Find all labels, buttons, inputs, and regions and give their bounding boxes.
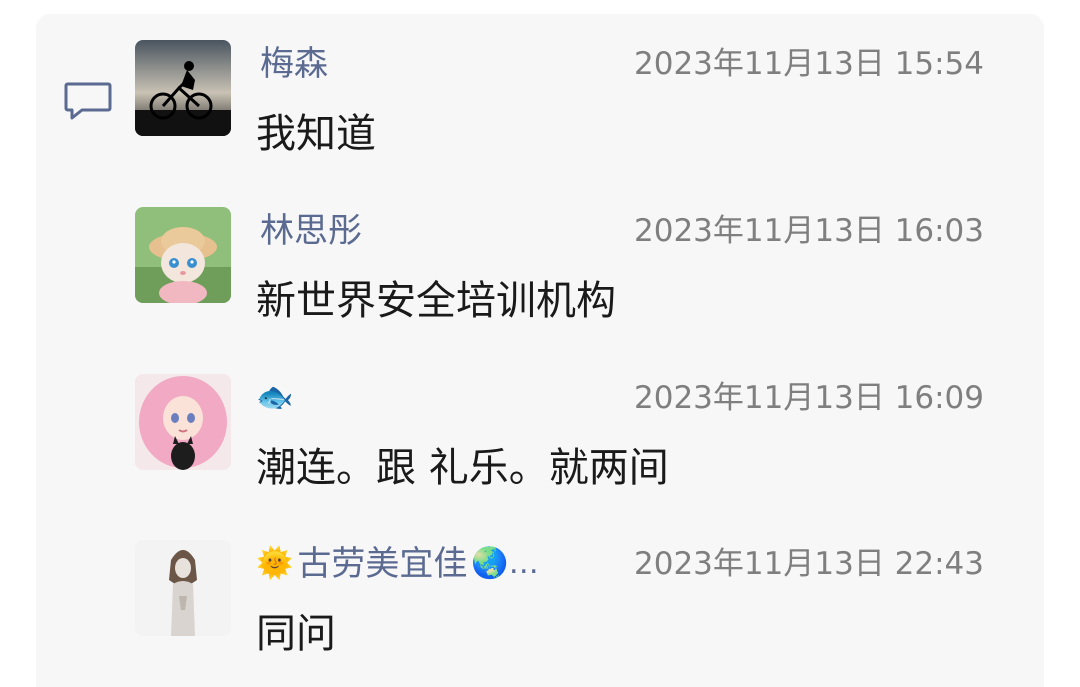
comment-item[interactable]: 🌞 古劳美宜佳 🌏… 2023年11月13日 22:43 同问 [0,540,1080,680]
statue-avatar[interactable] [135,540,231,636]
cyclist-silhouette-avatar[interactable] [135,40,231,136]
commenter-name[interactable]: 林思彤 [256,209,366,253]
comment-item[interactable]: 林思彤 2023年11月13日 16:03 新世界安全培训机构 [0,207,1080,347]
name-suffix-emoji: 🌏… [471,546,539,581]
comment-timestamp: 2023年11月13日 22:43 [634,546,984,582]
commenter-name[interactable]: 梅森 [256,42,332,86]
commenter-name-text: 古劳美宜佳 [297,544,468,584]
commenter-name-text: 梅森 [260,44,328,84]
name-prefix-emoji: 🌞 [256,546,294,581]
comment-timestamp: 2023年11月13日 16:03 [634,213,984,249]
comment-timestamp: 2023年11月13日 15:54 [634,46,984,82]
commenter-name-text: 林思彤 [260,211,362,251]
comment-timestamp: 2023年11月13日 16:09 [634,380,984,416]
comment-item[interactable]: 🐟 2023年11月13日 16:09 潮连。跟 礼乐。就两间 [0,374,1080,514]
cartoon-cat-avatar[interactable] [135,207,231,303]
comment-text: 同问 [256,611,336,657]
comment-item[interactable]: 梅森 2023年11月13日 15:54 我知道 [0,40,1080,180]
commenter-name[interactable]: 🐟 [256,376,301,420]
anime-girl-cat-avatar[interactable] [135,374,231,470]
name-prefix-emoji: 🐟 [256,380,294,415]
commenter-name[interactable]: 🌞 古劳美宜佳 🌏… [256,542,539,586]
comment-text: 潮连。跟 礼乐。就两间 [256,445,669,491]
comment-text: 新世界安全培训机构 [256,278,616,324]
comment-text: 我知道 [256,111,376,157]
